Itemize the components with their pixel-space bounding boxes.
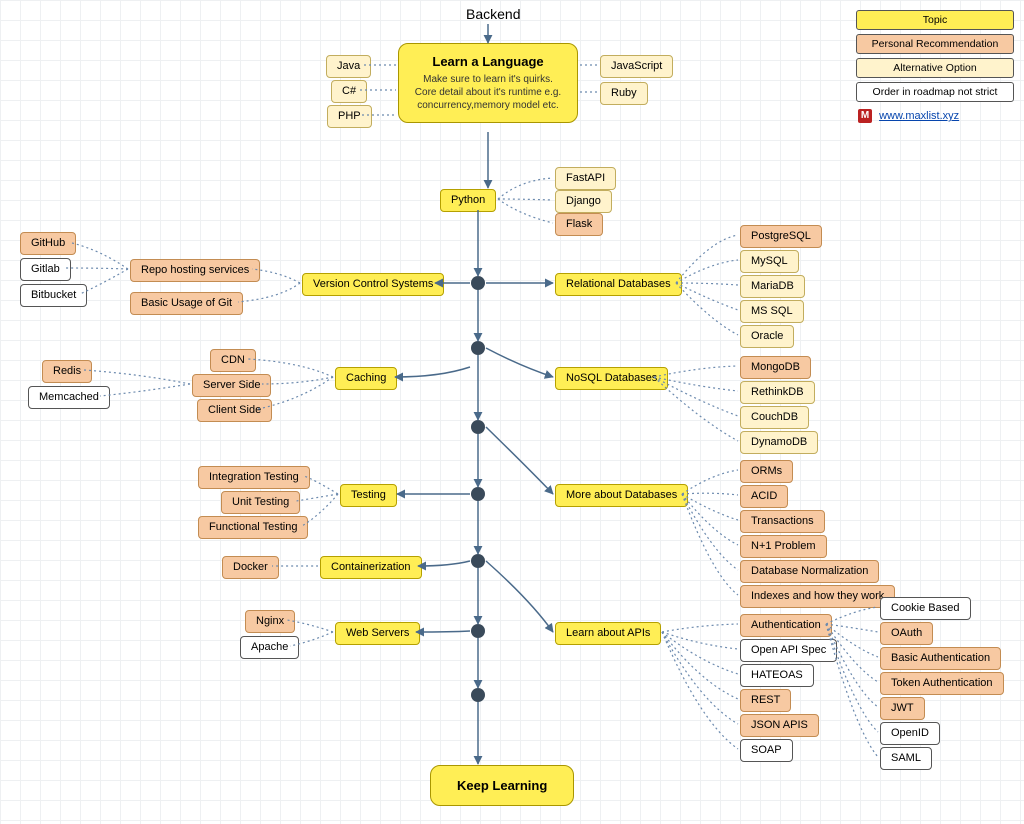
soap-node: SOAP	[740, 739, 793, 762]
serverside-node: Server Side	[192, 374, 271, 397]
vcs-node: Version Control Systems	[302, 273, 444, 296]
hub-1	[471, 276, 485, 290]
apis-node: Learn about APIs	[555, 622, 661, 645]
mariadb-node: MariaDB	[740, 275, 805, 298]
orms-node: ORMs	[740, 460, 793, 483]
redis-node: Redis	[42, 360, 92, 383]
n1-node: N+1 Problem	[740, 535, 827, 558]
openapi-node: Open API Spec	[740, 639, 837, 662]
learn-language-title: Learn a Language	[413, 54, 563, 69]
tokenauth-node: Token Authentication	[880, 672, 1004, 695]
oauth-node: OAuth	[880, 622, 933, 645]
more-db-node: More about Databases	[555, 484, 688, 507]
hateoas-node: HATEOAS	[740, 664, 814, 687]
hub-7	[471, 688, 485, 702]
db-norm-node: Database Normalization	[740, 560, 879, 583]
acid-node: ACID	[740, 485, 788, 508]
lang-js: JavaScript	[600, 55, 673, 78]
fastapi-node: FastAPI	[555, 167, 616, 190]
lang-ruby: Ruby	[600, 82, 648, 105]
integration-testing-node: Integration Testing	[198, 466, 310, 489]
containerization-node: Containerization	[320, 556, 422, 579]
auth-node: Authentication	[740, 614, 832, 637]
jsonapis-node: JSON APIS	[740, 714, 819, 737]
caching-node: Caching	[335, 367, 397, 390]
hub-3	[471, 420, 485, 434]
maxlist-icon: M	[858, 109, 872, 123]
apache-node: Apache	[240, 636, 299, 659]
nosql-node: NoSQL Databases	[555, 367, 668, 390]
bitbucket-node: Bitbucket	[20, 284, 87, 307]
memcached-node: Memcached	[28, 386, 110, 409]
lang-csharp: C#	[331, 80, 367, 103]
cdn-node: CDN	[210, 349, 256, 372]
maxlist-link[interactable]: www.maxlist.xyz	[879, 110, 959, 122]
couch-node: CouchDB	[740, 406, 809, 429]
hub-2	[471, 341, 485, 355]
keep-learning-node: Keep Learning	[430, 765, 574, 806]
cookie-node: Cookie Based	[880, 597, 971, 620]
hub-6	[471, 624, 485, 638]
hub-5	[471, 554, 485, 568]
repo-hosting-node: Repo hosting services	[130, 259, 260, 282]
lang-php: PHP	[327, 105, 372, 128]
hub-4	[471, 487, 485, 501]
learn-language-desc: Make sure to learn it's quirks. Core det…	[413, 73, 563, 112]
legend-topic: Topic	[856, 10, 1014, 30]
testing-node: Testing	[340, 484, 397, 507]
legend-alt: Alternative Option	[856, 58, 1014, 78]
mysql-node: MySQL	[740, 250, 799, 273]
clientside-node: Client Side	[197, 399, 272, 422]
django-node: Django	[555, 190, 612, 213]
legend-rec: Personal Recommendation	[856, 34, 1014, 54]
webservers-node: Web Servers	[335, 622, 420, 645]
learn-language-node: Learn a Language Make sure to learn it's…	[398, 43, 578, 123]
unit-testing-node: Unit Testing	[221, 491, 300, 514]
postgres-node: PostgreSQL	[740, 225, 822, 248]
transactions-node: Transactions	[740, 510, 825, 533]
basicauth-node: Basic Authentication	[880, 647, 1001, 670]
mongo-node: MongoDB	[740, 356, 811, 379]
gitlab-node: Gitlab	[20, 258, 71, 281]
page-title: Backend	[466, 6, 520, 22]
python-node: Python	[440, 189, 496, 212]
functional-testing-node: Functional Testing	[198, 516, 308, 539]
dynamo-node: DynamoDB	[740, 431, 818, 454]
saml-node: SAML	[880, 747, 932, 770]
basic-git-node: Basic Usage of Git	[130, 292, 243, 315]
flask-node: Flask	[555, 213, 603, 236]
lang-java: Java	[326, 55, 371, 78]
openid-node: OpenID	[880, 722, 940, 745]
rethink-node: RethinkDB	[740, 381, 815, 404]
mssql-node: MS SQL	[740, 300, 804, 323]
docker-node: Docker	[222, 556, 279, 579]
github-node: GitHub	[20, 232, 76, 255]
jwt-node: JWT	[880, 697, 925, 720]
legend-plain: Order in roadmap not strict	[856, 82, 1014, 102]
nginx-node: Nginx	[245, 610, 295, 633]
relational-db-node: Relational Databases	[555, 273, 682, 296]
legend: Topic Personal Recommendation Alternativ…	[856, 10, 1014, 126]
rest-node: REST	[740, 689, 791, 712]
oracle-node: Oracle	[740, 325, 794, 348]
indexes-node: Indexes and how they work	[740, 585, 895, 608]
